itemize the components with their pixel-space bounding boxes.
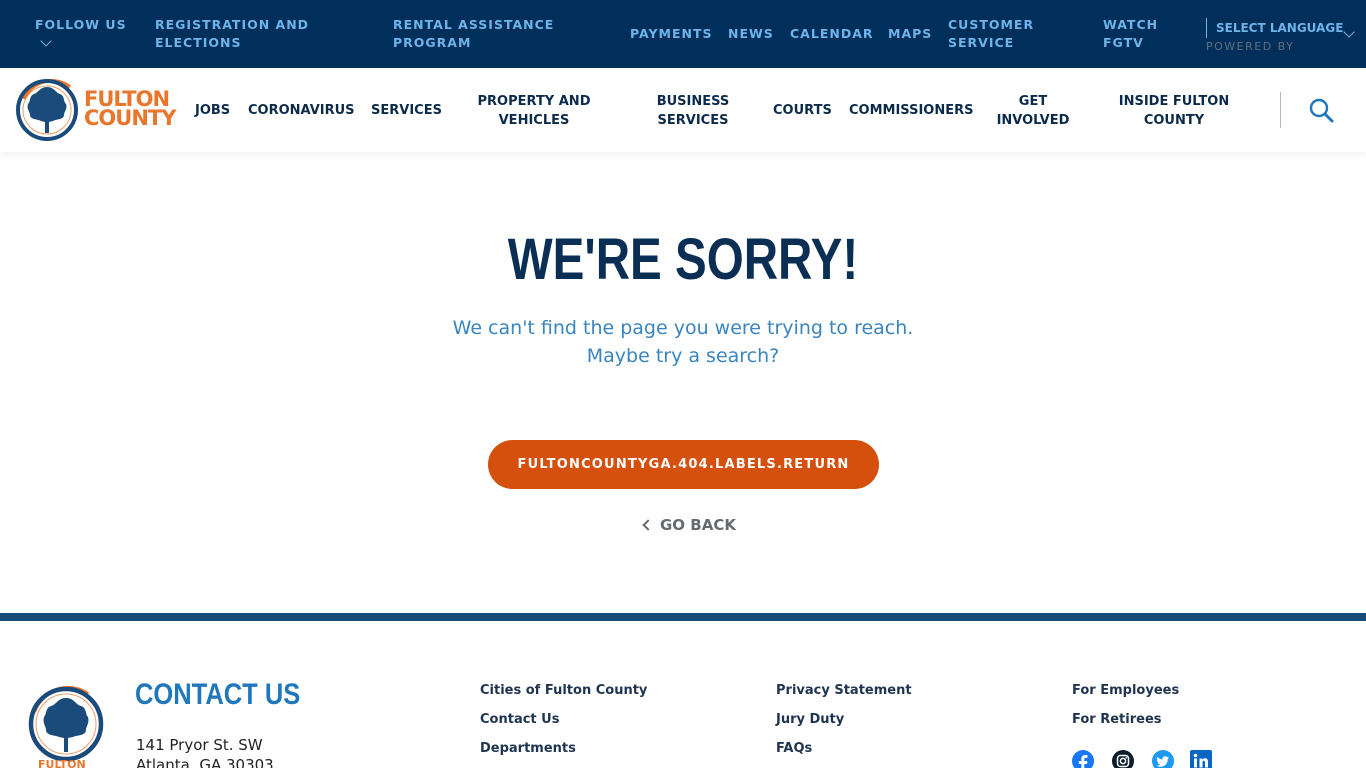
topbar-link-maps[interactable]: MAPS: [888, 25, 932, 43]
footer-link-cities[interactable]: Cities of Fulton County: [480, 683, 647, 698]
footer-link-contact-us[interactable]: Contact Us: [480, 712, 559, 727]
nav-property-and-vehicles[interactable]: PROPERTY AND VEHICLES: [468, 92, 600, 130]
nav-services[interactable]: SERVICES: [371, 101, 442, 120]
tree-logo-icon: [16, 78, 78, 141]
nav-inside-fulton-county[interactable]: INSIDE FULTON COUNTY: [1110, 92, 1238, 130]
follow-us-label: FOLLOW US: [35, 17, 127, 32]
error-message: We can't find the page you were trying t…: [0, 314, 1366, 370]
language-divider: [1206, 18, 1207, 38]
nav-commissioners[interactable]: COMMISSIONERS: [849, 101, 973, 120]
topbar-link-payments[interactable]: PAYMENTS: [630, 25, 713, 43]
select-language-dropdown[interactable]: SELECT LANGUAGE: [1216, 19, 1343, 37]
instagram-link[interactable]: [1112, 750, 1134, 768]
topbar-link-news[interactable]: NEWS: [728, 25, 774, 43]
go-back-link[interactable]: GO BACK: [642, 514, 736, 536]
contact-us-heading: CONTACT US: [135, 678, 301, 711]
nav-business-services[interactable]: BUSINESS SERVICES: [642, 92, 744, 130]
footer-link-retirees[interactable]: For Retirees: [1072, 712, 1162, 727]
nav-get-involved[interactable]: GET INVOLVED: [993, 92, 1073, 130]
svg-text:FULTON: FULTON: [38, 758, 86, 768]
topbar-link-customer-service[interactable]: CUSTOMER SERVICE: [948, 16, 1034, 52]
topbar-link-registration-elections[interactable]: REGISTRATION AND ELECTIONS: [155, 16, 309, 52]
language-chevron-down-icon[interactable]: [1343, 26, 1355, 38]
go-back-label: GO BACK: [660, 516, 736, 534]
footer-link-jury-duty[interactable]: Jury Duty: [776, 712, 844, 727]
address-line1: 141 Pryor St. SW: [136, 736, 263, 754]
utility-bar: FOLLOW US REGISTRATION AND ELECTIONS RENT…: [0, 0, 1366, 68]
logo-wordmark: FULTON COUNTY: [84, 87, 176, 130]
topbar-link-rental-assistance[interactable]: RENTAL ASSISTANCE PROGRAM: [393, 16, 554, 52]
powered-by-label: POWERED BY: [1206, 40, 1295, 53]
facebook-link[interactable]: [1072, 750, 1094, 768]
footer-divider-bar: [0, 613, 1366, 621]
topbar-link-calendar[interactable]: CALENDAR: [790, 25, 874, 43]
nav-jobs[interactable]: JOBS: [195, 101, 230, 120]
error-message-line2: Maybe try a search?: [586, 345, 780, 367]
search-icon: [1309, 98, 1334, 123]
page-title: WE'RE SORRY!: [507, 227, 859, 292]
topbar-link-watch-fgtv[interactable]: WATCH FGTV: [1103, 16, 1158, 52]
instagram-icon: [1112, 750, 1134, 768]
chevron-down-icon[interactable]: [40, 35, 52, 47]
footer-logo[interactable]: FULTON: [26, 685, 106, 768]
search-button[interactable]: [1306, 96, 1336, 126]
nav-divider: [1280, 92, 1281, 128]
chevron-left-icon: [642, 519, 654, 531]
return-button[interactable]: FULTONCOUNTYGA.404.LABELS.RETURN: [488, 440, 879, 489]
linkedin-link[interactable]: [1190, 750, 1212, 768]
facebook-icon: [1072, 750, 1094, 768]
nav-coronavirus[interactable]: CORONAVIRUS: [248, 101, 355, 120]
footer-link-departments[interactable]: Departments: [480, 741, 576, 756]
footer-link-faqs[interactable]: FAQs: [776, 741, 812, 756]
follow-us-toggle[interactable]: FOLLOW US: [35, 16, 127, 34]
nav-courts[interactable]: COURTS: [773, 101, 832, 120]
twitter-icon: [1152, 750, 1174, 768]
main-header: FULTON COUNTY JOBS CORONAVIRUS SERVICES P…: [0, 68, 1366, 152]
footer-link-employees[interactable]: For Employees: [1072, 683, 1179, 698]
address-line2: Atlanta, GA 30303: [136, 756, 274, 768]
twitter-link[interactable]: [1152, 750, 1174, 768]
footer-tree-logo-icon: FULTON: [28, 685, 104, 768]
error-message-line1: We can't find the page you were trying t…: [452, 317, 914, 339]
fulton-county-logo[interactable]: FULTON COUNTY: [14, 77, 178, 143]
linkedin-icon: [1190, 750, 1212, 768]
footer-link-privacy[interactable]: Privacy Statement: [776, 683, 912, 698]
address: 141 Pryor St. SW Atlanta, GA 30303: [136, 735, 274, 768]
